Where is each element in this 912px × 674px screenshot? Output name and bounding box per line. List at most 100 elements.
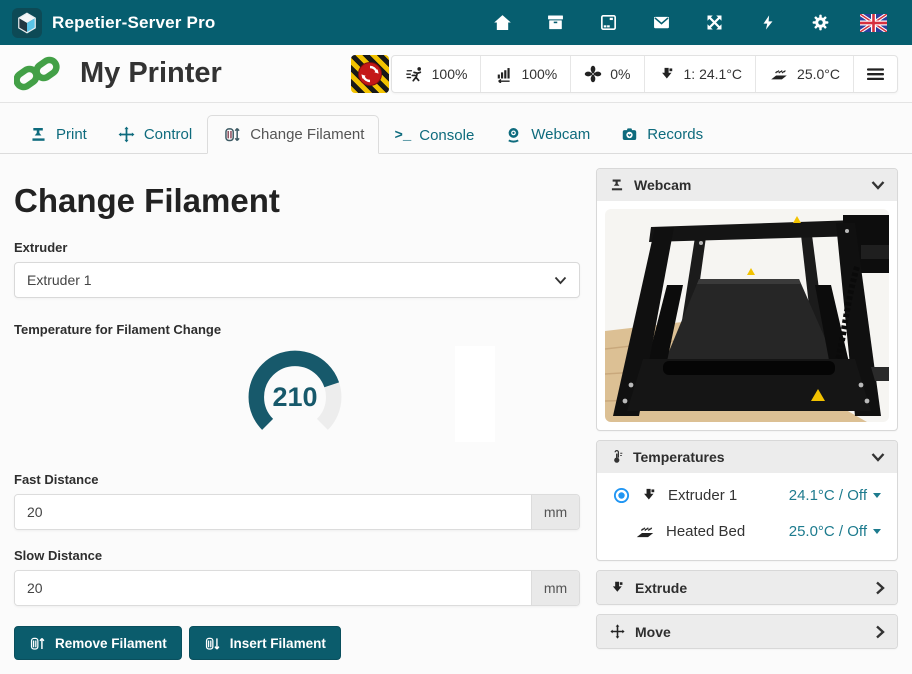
- printer-menu-button[interactable]: [853, 56, 897, 92]
- slow-distance-input[interactable]: [15, 571, 531, 605]
- tab-print[interactable]: Print: [14, 115, 102, 154]
- navbar-icons: [476, 0, 900, 45]
- fast-distance-input[interactable]: [15, 495, 531, 529]
- move-icon: [609, 623, 626, 640]
- fast-distance-label: Fast Distance: [14, 472, 580, 487]
- move-panel: Move: [596, 614, 898, 649]
- tab-label: Records: [647, 126, 703, 143]
- connection-chain-icon: [14, 53, 60, 95]
- home-button[interactable]: [476, 0, 529, 45]
- chevron-down-icon: [871, 180, 885, 190]
- emergency-stop-button[interactable]: [351, 55, 389, 93]
- fast-distance-unit: mm: [531, 495, 579, 529]
- caret-down-icon: [873, 529, 881, 534]
- power-icon: [759, 12, 777, 33]
- temperature-row-name: Heated Bed: [666, 523, 745, 540]
- remove-filament-label: Remove Filament: [55, 636, 167, 651]
- tab-console[interactable]: >_ Console: [379, 117, 489, 154]
- change-filament-icon: [222, 125, 242, 144]
- navbar: Repetier-Server Pro: [0, 0, 912, 45]
- fast-distance-group: mm: [14, 494, 580, 530]
- webcam-panel: Webcam: [596, 168, 898, 431]
- console-icon: >_: [394, 128, 411, 144]
- tab-label: Print: [56, 126, 87, 143]
- filament-down-icon: [204, 635, 221, 652]
- webcam-panel-header[interactable]: Webcam: [597, 169, 897, 201]
- flow-status[interactable]: 100%: [480, 56, 570, 92]
- temperature-label: Temperature for Filament Change: [14, 322, 580, 337]
- temperature-value: 210: [272, 382, 317, 412]
- extruder-value: 1: 24.1°C: [684, 66, 743, 82]
- messages-icon: [651, 12, 672, 33]
- chevron-right-icon: [875, 625, 885, 639]
- models-icon: [598, 12, 619, 33]
- brand[interactable]: Repetier-Server Pro: [12, 8, 215, 38]
- language-flag-icon: [860, 14, 887, 32]
- page-heading: Change Filament: [14, 182, 580, 220]
- printer-icon: [609, 177, 625, 193]
- heated-bed-icon: [769, 65, 789, 83]
- extrude-panel-header[interactable]: Extrude: [597, 571, 897, 604]
- tab-label: Change Filament: [250, 126, 364, 143]
- extrude-panel-title: Extrude: [635, 580, 687, 596]
- emergency-stop-icon: [356, 60, 384, 88]
- temperature-row-extruder: Extruder 1 24.1°C / Off: [613, 477, 881, 513]
- models-button[interactable]: [582, 0, 635, 45]
- tab-label: Console: [419, 127, 474, 144]
- extruder-temp-dropdown[interactable]: 24.1°C / Off: [789, 487, 881, 504]
- settings-icon: [810, 12, 831, 33]
- insert-filament-label: Insert Filament: [230, 636, 326, 651]
- extruder-status[interactable]: 1: 24.1°C: [644, 56, 756, 92]
- flow-value: 100%: [521, 66, 557, 82]
- temperatures-panel: Temperatures Extruder 1 24.1°C / Off Hea…: [596, 440, 898, 561]
- power-button[interactable]: [741, 0, 794, 45]
- messages-button[interactable]: [635, 0, 688, 45]
- temperature-gauge-row: 210: [14, 344, 580, 454]
- tab-control[interactable]: Control: [102, 115, 207, 154]
- control-move-icon: [117, 125, 136, 144]
- remove-filament-button[interactable]: Remove Filament: [14, 626, 182, 660]
- menu-icon: [867, 66, 884, 82]
- repetier-logo-icon: [12, 8, 42, 38]
- caret-down-icon: [873, 493, 881, 498]
- settings-button[interactable]: [794, 0, 847, 45]
- bed-status[interactable]: 25.0°C: [755, 56, 853, 92]
- temperature-row-name: Extruder 1: [668, 487, 737, 504]
- active-radio-icon[interactable]: [613, 487, 630, 504]
- thermometer-icon: [609, 449, 624, 465]
- language-button[interactable]: [847, 0, 900, 45]
- fan-status[interactable]: 0%: [570, 56, 643, 92]
- page-title: My Printer: [80, 57, 222, 90]
- tab-webcam[interactable]: Webcam: [489, 115, 605, 154]
- temperature-knob[interactable]: 210: [242, 344, 348, 450]
- webcam-icon: [504, 125, 523, 144]
- extruder-select[interactable]: Extruder 1: [14, 262, 580, 298]
- slow-distance-group: mm: [14, 570, 580, 606]
- temperatures-panel-title: Temperatures: [633, 449, 725, 465]
- extruder-temp-value: 24.1°C / Off: [789, 487, 867, 504]
- extruder-icon: [609, 579, 626, 596]
- extruder-label: Extruder: [14, 240, 580, 255]
- print-icon: [29, 125, 48, 144]
- speed-status[interactable]: 100%: [392, 56, 481, 92]
- tab-label: Control: [144, 126, 192, 143]
- tab-change-filament[interactable]: Change Filament: [207, 115, 379, 154]
- move-panel-header[interactable]: Move: [597, 615, 897, 648]
- flow-icon: [494, 65, 513, 83]
- extruder-icon: [658, 65, 676, 83]
- temperatures-panel-header[interactable]: Temperatures: [597, 441, 897, 473]
- filament-up-icon: [29, 635, 46, 652]
- extruder-select-value: Extruder 1: [27, 272, 92, 288]
- printer-header: My Printer 100% 100% 0%: [0, 45, 912, 103]
- webcam-body: [597, 201, 897, 430]
- webcam-image[interactable]: [605, 209, 889, 422]
- records-icon: [620, 125, 639, 144]
- fullscreen-icon: [704, 12, 725, 33]
- speed-value: 100%: [432, 66, 468, 82]
- speed-icon: [405, 65, 424, 83]
- fullscreen-button[interactable]: [688, 0, 741, 45]
- bed-temp-dropdown[interactable]: 25.0°C / Off: [789, 523, 881, 540]
- archive-button[interactable]: [529, 0, 582, 45]
- insert-filament-button[interactable]: Insert Filament: [189, 626, 341, 660]
- tab-records[interactable]: Records: [605, 115, 718, 154]
